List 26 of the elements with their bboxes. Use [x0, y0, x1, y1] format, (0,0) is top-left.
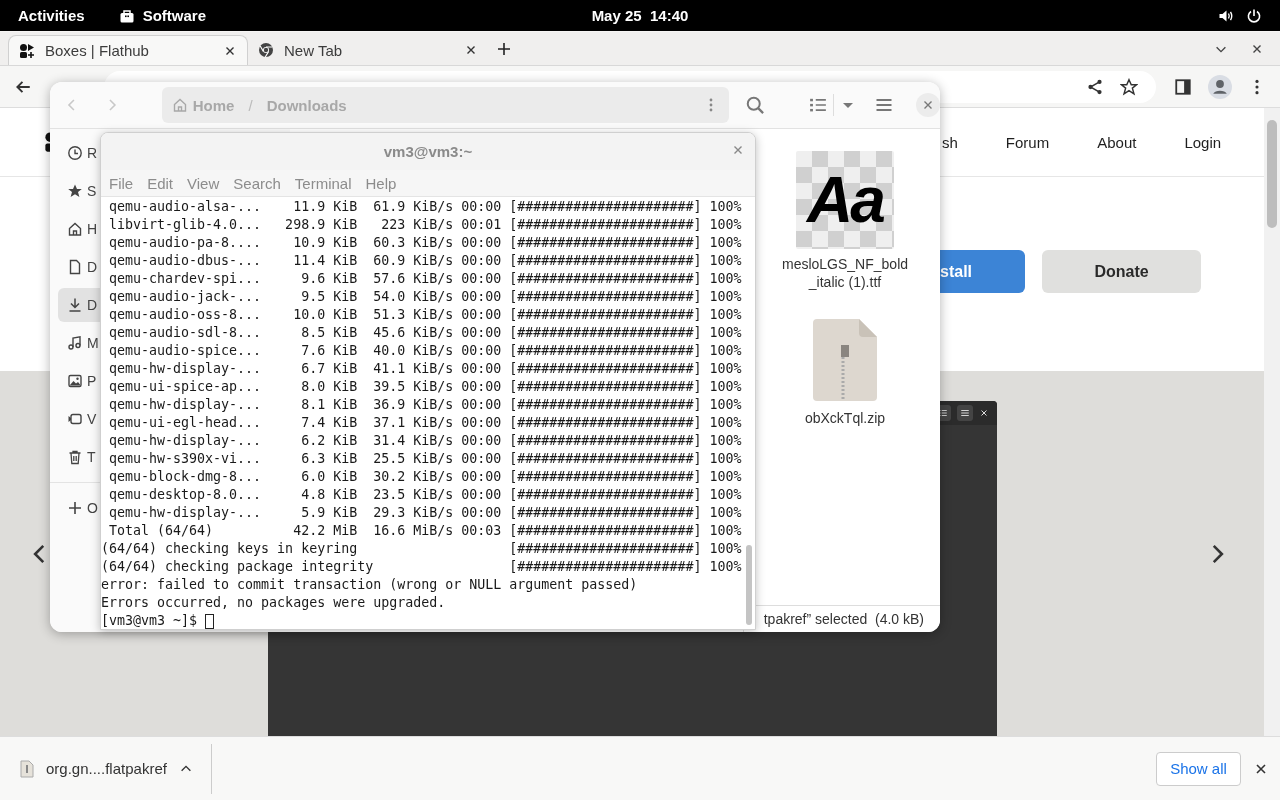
terminal-line: qemu-hw-display-... 6.7 KiB 41.1 KiB/s 00:00 [######################] 100%: [108, 360, 742, 378]
window-title: vm3@vm3:~: [383, 143, 473, 160]
terminal-line: qemu-hw-s390x-vi... 6.3 KiB 25.5 KiB/s 00:00 [######################] 100%: [108, 450, 742, 468]
terminal-line: qemu-audio-dbus-... 11.4 KiB 60.9 KiB/s 00:00 [######################] 100%: [108, 252, 742, 270]
terminal-line: qemu-audio-pa-8.... 10.9 KiB 60.3 KiB/s 00:00 [######################] 100%: [108, 234, 742, 252]
terminal-line: qemu-audio-jack-... 9.5 KiB 54.0 KiB/s 00:00 [######################] 100%: [108, 288, 742, 306]
terminal-line: qemu-hw-display-... 6.2 KiB 31.4 KiB/s 00:00 [######################] 100%: [108, 432, 742, 450]
terminal-line: Errors occurred, no packages were upgraded.: [101, 594, 446, 612]
terminal-line: qemu-block-dmg-8... 6.0 KiB 30.2 KiB/s 00:00 [######################] 100%: [108, 468, 742, 486]
terminal-line: qemu-audio-spice... 7.6 KiB 40.0 KiB/s 00:00 [######################] 100%: [108, 342, 742, 360]
terminal-line: qemu-ui-spice-ap... 8.0 KiB 39.5 KiB/s 00:00 [######################] 100%: [108, 378, 742, 396]
terminal-line: qemu-audio-sdl-8... 8.5 KiB 45.6 KiB/s 00:00 [######################] 100%: [108, 324, 742, 342]
terminal-line: error: failed to commit transaction (wrong or NULL argument passed): [101, 576, 638, 594]
terminal-line: [vm3@vm3 ~]$: [101, 612, 198, 629]
terminal-line: qemu-hw-display-... 8.1 KiB 36.9 KiB/s 00:00 [######################] 100%: [108, 396, 742, 414]
terminal-line: (64/64) checking keys in keyring [######################] 100%: [101, 540, 742, 558]
terminal-line: qemu-audio-alsa-... 11.9 KiB 61.9 KiB/s 00:00 [######################] 100%: [108, 198, 742, 216]
terminal-line: qemu-chardev-spi... 9.6 KiB 57.6 KiB/s 00:00 [######################] 100%: [108, 270, 742, 288]
terminal-line: (64/64) checking package integrity [######################] 100%: [101, 558, 742, 576]
terminal-line: qemu-audio-oss-8... 10.0 KiB 51.3 KiB/s 00:00 [######################] 100%: [108, 306, 742, 324]
terminal-line: libvirt-glib-4.0... 298.9 KiB 223 KiB/s 00:01 [######################] 100%: [108, 216, 742, 234]
terminal-line: qemu-ui-egl-head... 7.4 KiB 37.1 KiB/s 00:00 [######################] 100%: [108, 414, 742, 432]
path-separator: /: [248, 96, 253, 114]
terminal-line: qemu-hw-display-... 5.9 KiB 29.3 KiB/s 00:00 [######################] 100%: [108, 504, 742, 522]
terminal-line: Total (64/64) 42.2 MiB 16.6 MiB/s 00:03 [######################] 100%: [108, 522, 742, 540]
terminal-line: qemu-desktop-8.0... 4.8 KiB 23.5 KiB/s 00:00 [######################] 100%: [108, 486, 742, 504]
